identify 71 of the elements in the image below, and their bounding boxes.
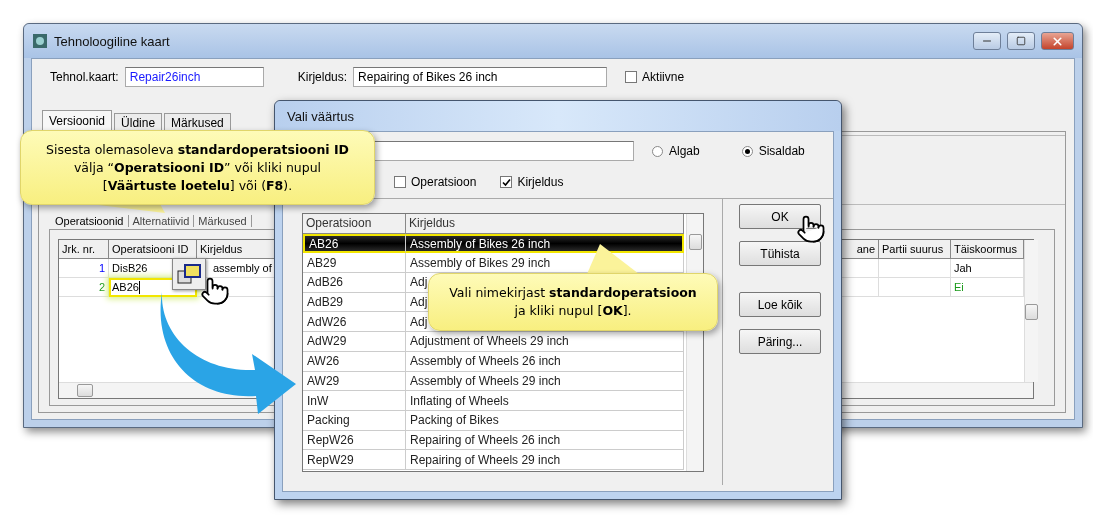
checkbox[interactable] xyxy=(500,176,513,188)
column-header: Partii suurus xyxy=(879,240,951,259)
dialog-button[interactable]: Päring... xyxy=(739,329,821,354)
list-item[interactable]: AB26 xyxy=(303,233,406,254)
list-item[interactable]: Assembly of Wheels 26 inch xyxy=(406,351,684,372)
checkbox-label: Operatsioon xyxy=(411,175,477,189)
table-cell xyxy=(879,259,951,278)
list-item[interactable]: Adjustment of Wheels 29 inch xyxy=(406,332,684,352)
window-title: Tehnoloogiline kaart xyxy=(54,33,171,49)
checkbox-label: Kirjeldus xyxy=(517,175,564,189)
tooltip-text: välja “Operatsiooni ID” või kliki nupul xyxy=(73,158,322,177)
table-cell: 1 xyxy=(59,259,109,278)
list-item[interactable]: InW xyxy=(303,391,406,411)
tooltip-text: ja kliki nupul [OK]. xyxy=(514,302,632,320)
tooltip-text: Vali nimekirjast standardoperatsioon xyxy=(449,284,697,302)
list-item[interactable]: RepW26 xyxy=(303,430,406,451)
radio-label: Algab xyxy=(669,144,700,158)
tab[interactable]: Märkused xyxy=(164,113,231,132)
scrollbar[interactable] xyxy=(1024,240,1038,382)
maximize-button[interactable] xyxy=(1007,32,1035,50)
radio-button[interactable] xyxy=(652,145,663,157)
windows-icon xyxy=(176,262,202,286)
text-field[interactable]: Repair26inch xyxy=(124,67,264,87)
tab[interactable]: Alternatiivid xyxy=(128,215,195,227)
checkbox[interactable] xyxy=(394,176,406,188)
hand-pointer-icon xyxy=(796,214,826,244)
list-item[interactable]: Packing of Bikes xyxy=(406,410,684,431)
list-item[interactable]: AdB29 xyxy=(303,292,406,313)
list-item[interactable]: AdB26 xyxy=(303,273,406,293)
column-header: Operatsiooni ID xyxy=(109,240,197,259)
close-icon xyxy=(1051,34,1064,48)
dialog-button[interactable]: Tühista xyxy=(739,241,821,266)
value-list-button[interactable] xyxy=(172,258,206,290)
list-item[interactable]: Packing xyxy=(303,410,406,431)
maximize-icon xyxy=(1016,36,1026,46)
tab[interactable]: Märkused xyxy=(194,215,252,227)
checkbox[interactable] xyxy=(625,71,638,83)
radio-label: Sisaldab xyxy=(758,144,805,158)
checkmark-icon xyxy=(501,177,511,187)
list-item[interactable]: AW26 xyxy=(303,351,406,372)
dialog-button[interactable]: Loe kõik xyxy=(739,292,821,317)
table-cell xyxy=(879,278,951,297)
list-item[interactable]: AB29 xyxy=(303,253,406,274)
list-item[interactable]: AdW26 xyxy=(303,312,406,333)
column-header: Kirjeldus xyxy=(406,214,684,234)
list-item[interactable]: Repairing of Wheels 26 inch xyxy=(406,430,684,451)
field-label: Kirjeldus: xyxy=(297,70,348,84)
column-header: Operatsioon xyxy=(303,214,406,234)
radio-button[interactable] xyxy=(741,145,753,157)
list-item[interactable]: RepW29 xyxy=(303,450,406,470)
app-icon xyxy=(32,33,48,49)
close-button[interactable] xyxy=(1041,32,1074,50)
checkbox-label: Aktiivne xyxy=(642,70,685,84)
column-header: Täiskoormus xyxy=(951,240,1024,259)
minimize-button[interactable] xyxy=(973,32,1001,50)
text-field[interactable]: Repairing of Bikes 26 inch xyxy=(353,67,608,87)
column-header: Jrk. nr. xyxy=(59,240,109,259)
field-label: Tehnol.kaart: xyxy=(50,70,119,84)
list-item[interactable]: AdW29 xyxy=(303,332,406,352)
table-cell: 2 xyxy=(59,278,109,297)
tab[interactable]: Versioonid xyxy=(42,110,113,132)
dialog-title: Vali väärtus xyxy=(287,108,355,124)
hand-pointer-icon xyxy=(200,276,230,306)
list-item[interactable]: Repairing of Wheels 29 inch xyxy=(406,450,684,470)
dialog-button[interactable]: OK xyxy=(739,204,821,229)
tab[interactable]: Operatsioonid xyxy=(51,215,129,227)
tooltip-text: Sisesta olemasoleva standardoperatsiooni ID xyxy=(46,140,349,159)
list-item[interactable]: Assembly of Wheels 29 inch xyxy=(406,371,684,392)
tooltip-text: [Väärtuste loetelu] või (F8). xyxy=(102,176,293,195)
list-item[interactable]: AW29 xyxy=(303,371,406,392)
list-item[interactable]: Inflating of Wheels xyxy=(406,391,684,411)
